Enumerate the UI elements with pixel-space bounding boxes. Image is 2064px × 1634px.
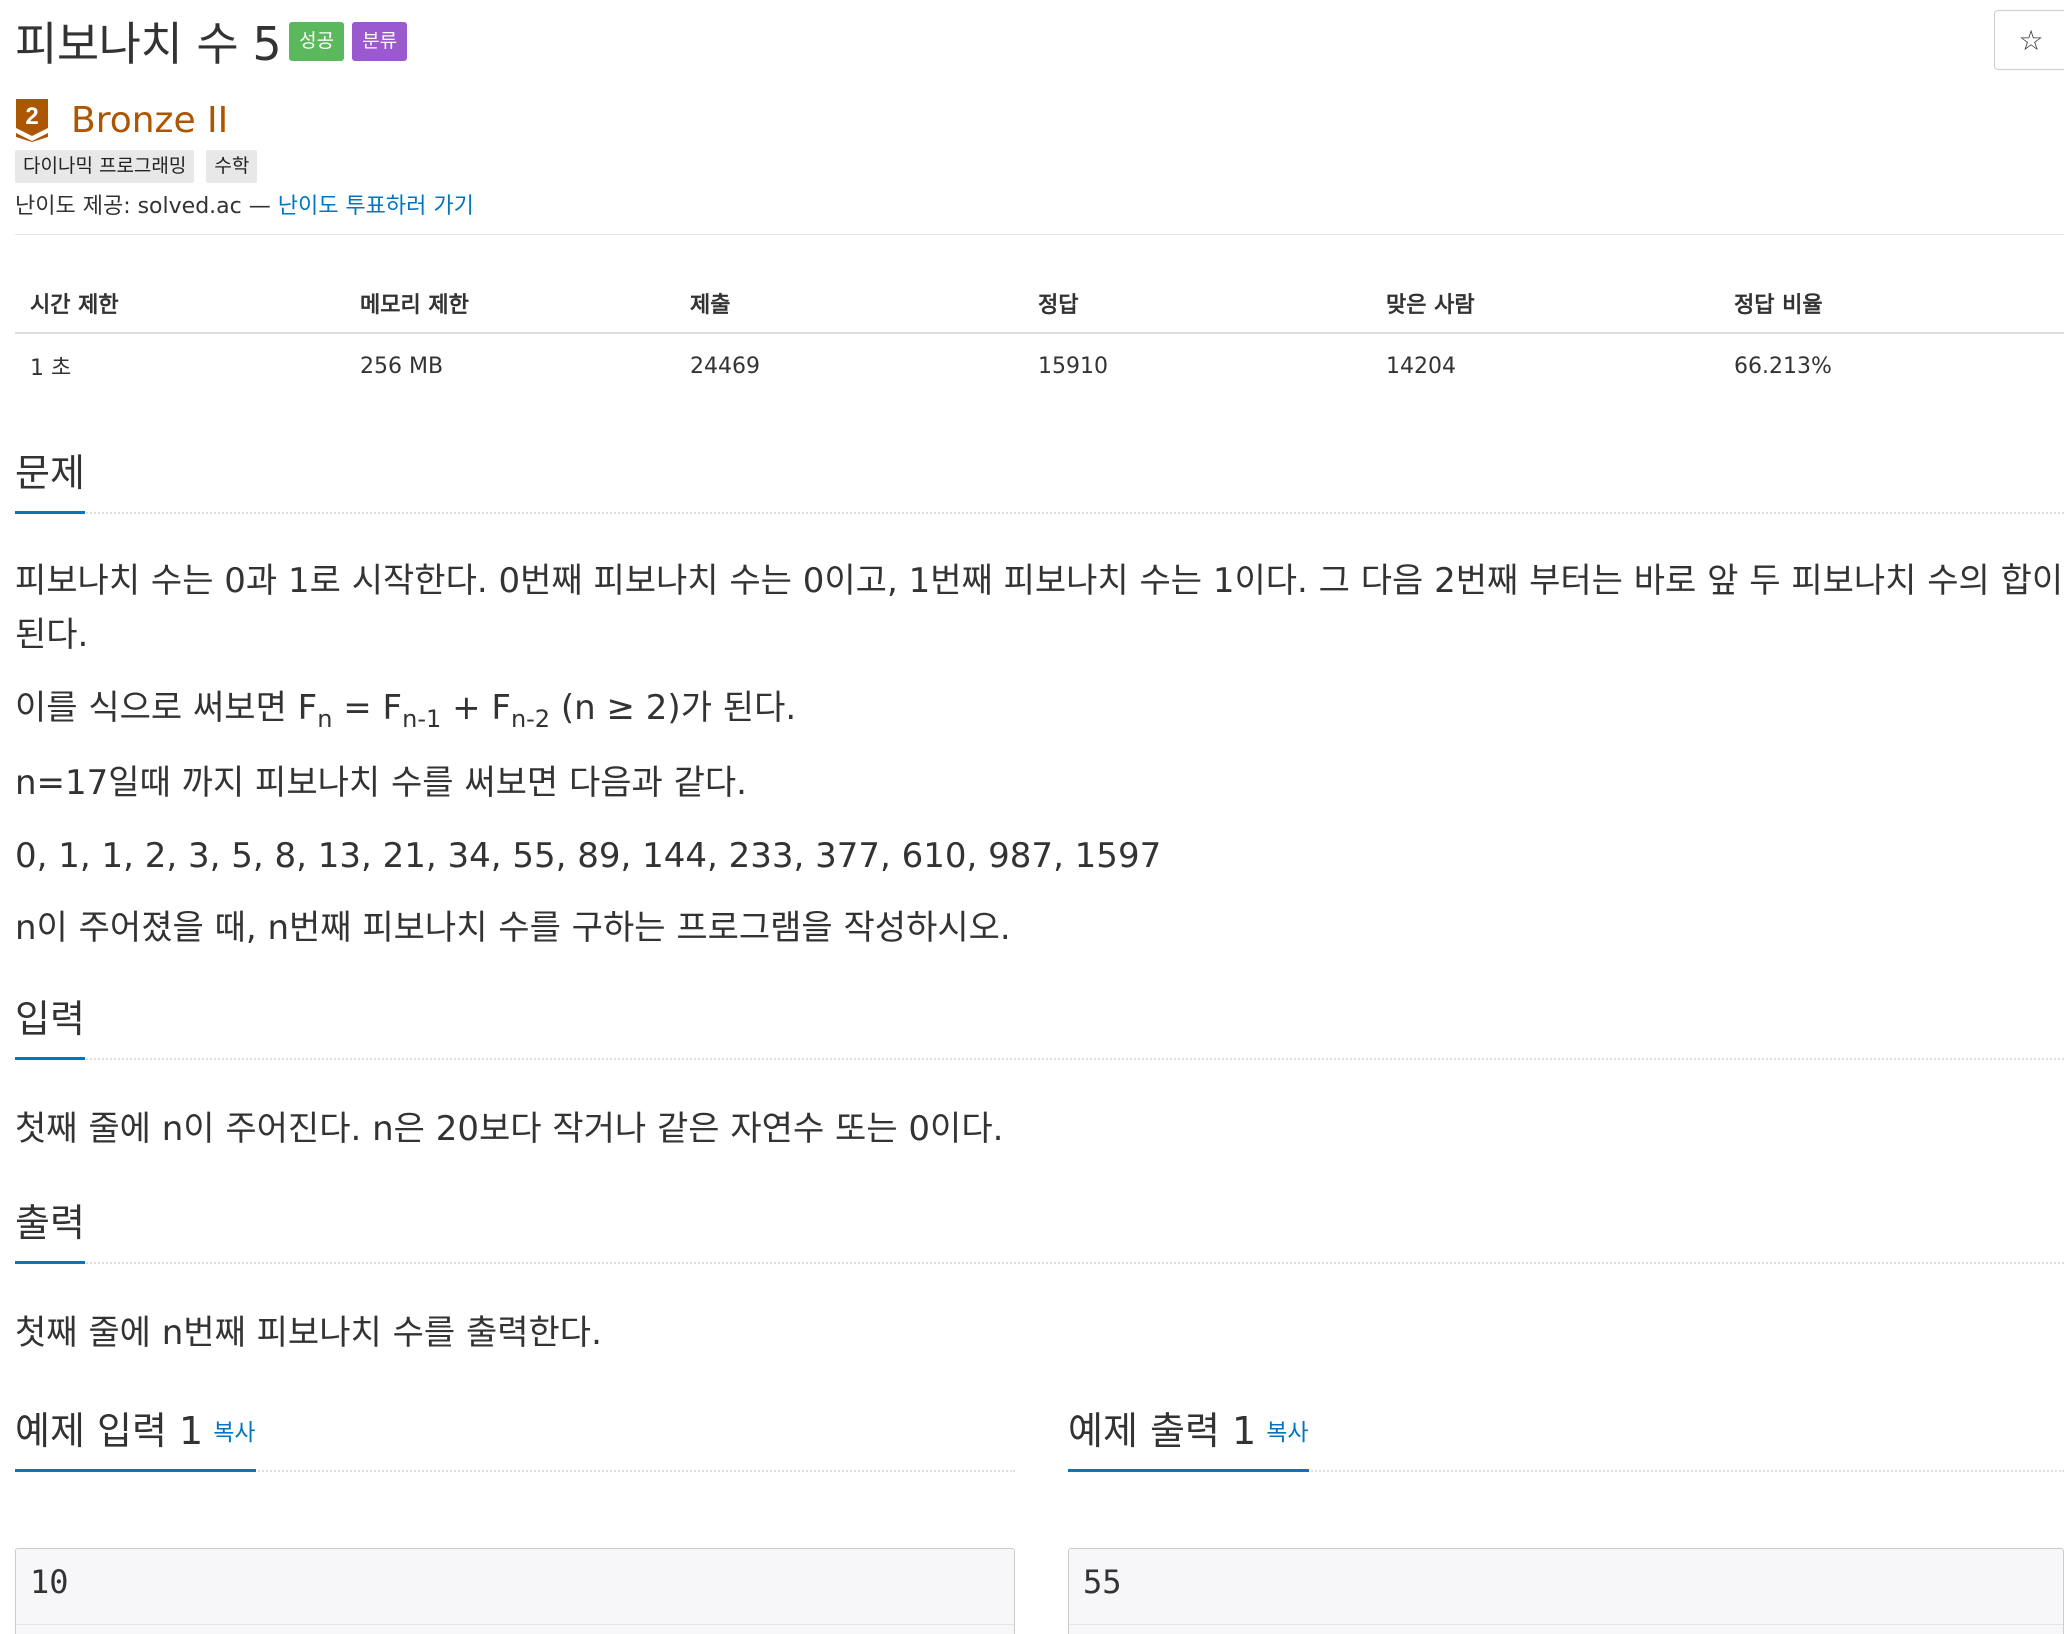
title-row: 피보나치 수 5 성공 분류 xyxy=(15,8,408,74)
accepted-value[interactable]: 15910 xyxy=(1023,354,1371,379)
memory-limit-value: 256 MB xyxy=(360,353,444,379)
sample-input-box[interactable]: 10 xyxy=(15,1548,1015,1634)
vote-difficulty-link[interactable]: 난이도 투표하러 가기 xyxy=(278,194,474,219)
problem-paragraph: 피보나치 수는 0과 1로 시작한다. 0번째 피보나치 수는 0이고, 1번째… xyxy=(15,561,2064,656)
tag-dynamic-programming[interactable]: 다이나믹 프로그래밍 xyxy=(15,150,195,183)
output-text: 첫째 줄에 n번째 피보나치 수를 출력한다. xyxy=(15,1313,602,1353)
problem-formula: 이를 식으로 써보면 Fn = Fn-1 + Fn-2 (n ≥ 2)가 된다. xyxy=(15,681,2064,738)
output-section-header: 출력 xyxy=(15,1201,2064,1264)
time-limit-value: 1 초 xyxy=(30,356,72,381)
solved-users-value[interactable]: 14204 xyxy=(1371,354,1719,379)
provider-text: 난이도 제공: solved.ac — xyxy=(15,194,278,219)
header-accept-ratio: 정답 비율 xyxy=(1734,293,1823,318)
sample-output-title: 예제 출력 1 복사 xyxy=(1068,1400,1309,1472)
header-submissions: 제출 xyxy=(690,293,731,318)
tier-row[interactable]: 2 Bronze II xyxy=(15,98,228,142)
header-memory-limit: 메모리 제한 xyxy=(360,293,469,318)
problem-description: 피보나치 수는 0과 1로 시작한다. 0번째 피보나치 수는 0이고, 1번째… xyxy=(15,514,2064,955)
tag-math[interactable]: 수학 xyxy=(206,150,258,183)
formula-subscript: n xyxy=(317,704,333,733)
sample-input-title: 예제 입력 1 복사 xyxy=(15,1400,256,1472)
problem-section-title: 문제 xyxy=(15,442,85,514)
formula-subscript: n-2 xyxy=(510,704,551,733)
sample-input: 예제 입력 1 복사 10 xyxy=(15,1409,1015,1634)
submissions-value[interactable]: 24469 xyxy=(675,354,1023,379)
bronze-tier-icon: 2 xyxy=(16,99,48,142)
formula-text: (n ≥ 2)가 된다. xyxy=(550,687,797,728)
output-section-title: 출력 xyxy=(15,1192,85,1264)
formula-text: = F xyxy=(332,687,403,728)
input-section-title: 입력 xyxy=(15,988,85,1060)
problem-section-header: 문제 xyxy=(15,451,2064,514)
problem-paragraph: n이 주어졌을 때, n번째 피보나치 수를 구하는 프로그램을 작성하시오. xyxy=(15,907,1011,948)
input-text: 첫째 줄에 n이 주어진다. n은 20보다 작거나 같은 자연수 또는 0이다… xyxy=(15,1109,1004,1149)
fibonacci-sequence: 0, 1, 1, 2, 3, 5, 8, 13, 21, 34, 55, 89,… xyxy=(15,835,1162,876)
input-description: 첫째 줄에 n이 주어진다. n은 20보다 작거나 같은 자연수 또는 0이다… xyxy=(15,1060,2064,1156)
output-section: 출력 첫째 줄에 n번째 피보나치 수를 출력한다. xyxy=(15,1201,2064,1378)
sample-output-header: 예제 출력 1 복사 xyxy=(1068,1409,2064,1472)
problem-paragraph: n=17일때 까지 피보나치 수를 써보면 다음과 같다. xyxy=(15,763,747,804)
info-table-row: 1 초 256 MB 24469 15910 14204 66.213% xyxy=(15,334,2064,398)
header-accepted: 정답 xyxy=(1038,293,1079,318)
header-divider xyxy=(15,234,2064,235)
sample-output-box[interactable]: 55 xyxy=(1068,1548,2064,1634)
copy-output-button[interactable]: 복사 xyxy=(1266,1420,1308,1446)
problem-page: 피보나치 수 5 성공 분류 ☆ 2 Bronze II 다이나믹 프로그래밍 … xyxy=(0,0,2064,1634)
accept-ratio-value: 66.213% xyxy=(1734,353,1832,379)
problem-info-table: 시간 제한 메모리 제한 제출 정답 맞은 사람 정답 비율 1 초 256 M… xyxy=(15,274,2064,398)
input-section: 입력 첫째 줄에 n이 주어진다. n은 20보다 작거나 같은 자연수 또는 … xyxy=(15,997,2064,1174)
header-solved-users: 맞은 사람 xyxy=(1386,293,1475,318)
algorithm-tags: 다이나믹 프로그래밍 수학 xyxy=(15,150,269,183)
tier-name[interactable]: Bronze II xyxy=(71,100,228,141)
tier-number: 2 xyxy=(25,103,38,130)
output-description: 첫째 줄에 n번째 피보나치 수를 출력한다. xyxy=(15,1264,2064,1360)
category-badge[interactable]: 분류 xyxy=(352,21,408,61)
success-badge[interactable]: 성공 xyxy=(289,21,345,61)
sample-input-header: 예제 입력 1 복사 xyxy=(15,1409,1015,1472)
formula-text: + F xyxy=(441,687,511,728)
header-time-limit: 시간 제한 xyxy=(30,293,119,318)
sample-output: 예제 출력 1 복사 55 xyxy=(1068,1409,2064,1634)
problem-section: 문제 피보나치 수는 0과 1로 시작한다. 0번째 피보나치 수는 0이고, … xyxy=(15,451,2064,973)
formula-subscript: n-1 xyxy=(402,704,442,733)
page-title: 피보나치 수 5 xyxy=(15,17,282,71)
difficulty-provider: 난이도 제공: solved.ac — 난이도 투표하러 가기 xyxy=(15,188,474,220)
copy-input-button[interactable]: 복사 xyxy=(213,1420,255,1446)
formula-text: 이를 식으로 써보면 F xyxy=(15,687,318,728)
sample-output-label: 예제 출력 1 xyxy=(1068,1409,1257,1453)
star-icon: ☆ xyxy=(2018,23,2044,57)
input-section-header: 입력 xyxy=(15,997,2064,1060)
info-table-header: 시간 제한 메모리 제한 제출 정답 맞은 사람 정답 비율 xyxy=(15,274,2064,334)
sample-input-value: 10 xyxy=(16,1549,1014,1625)
sample-input-label: 예제 입력 1 xyxy=(15,1409,204,1453)
sample-output-value: 55 xyxy=(1069,1549,2063,1625)
star-button[interactable]: ☆ xyxy=(1994,10,2064,70)
